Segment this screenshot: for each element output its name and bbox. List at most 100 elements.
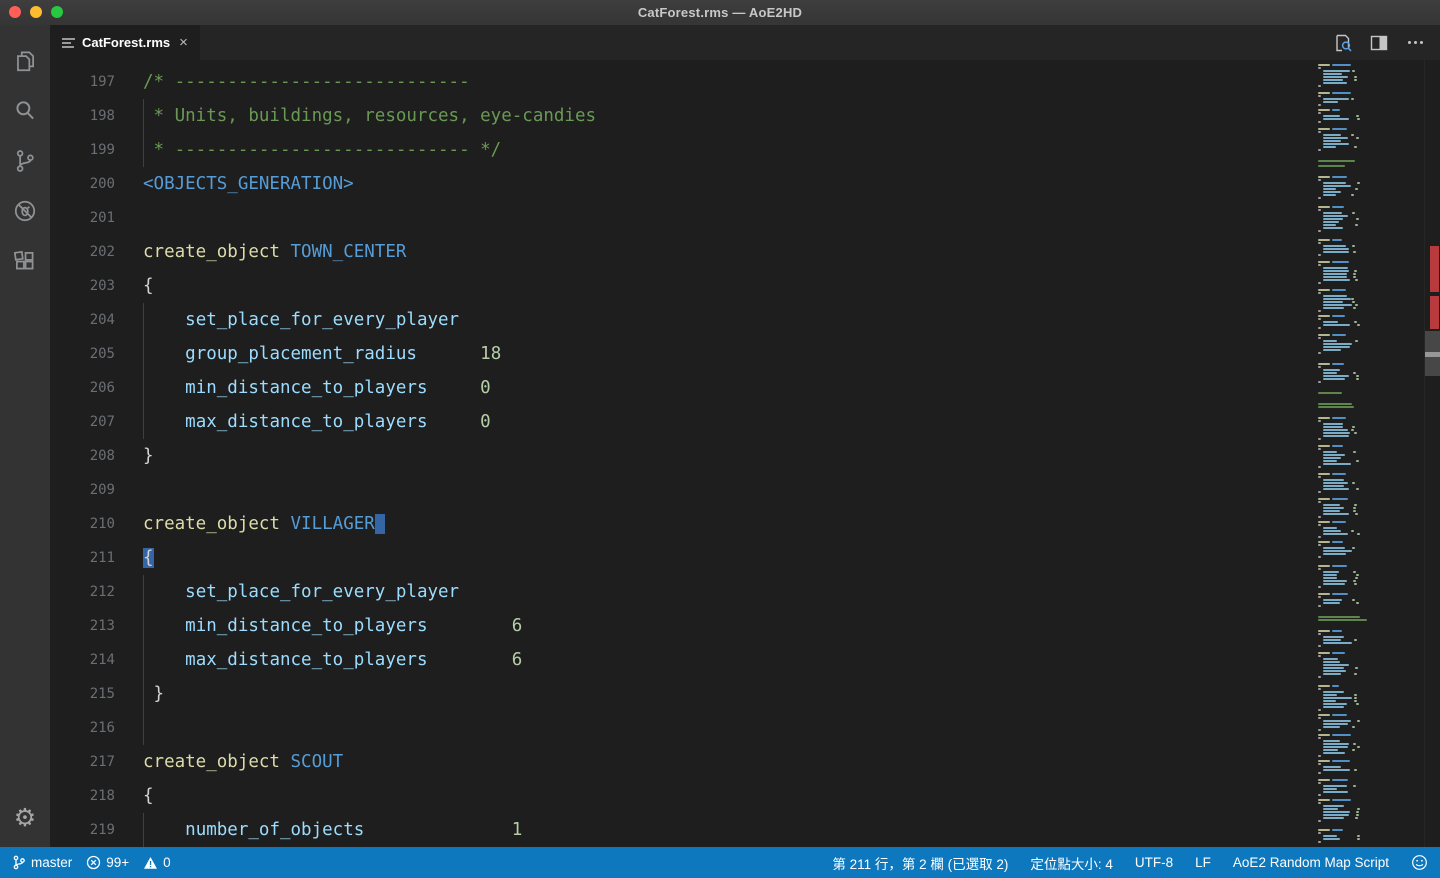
code-line[interactable]: 207 max_distance_to_players 0	[50, 405, 1313, 439]
line-number: 214	[50, 643, 143, 677]
cursor-position-marker	[1425, 352, 1440, 357]
extensions-icon[interactable]	[0, 236, 50, 286]
code-lines[interactable]: 197/* ----------------------------198 * …	[50, 60, 1313, 847]
code-line[interactable]: 209	[50, 473, 1313, 507]
code-line[interactable]: 197/* ----------------------------	[50, 65, 1313, 99]
source-control-icon[interactable]	[0, 136, 50, 186]
code-line[interactable]: 208}	[50, 439, 1313, 473]
window-title: CatForest.rms — AoE2HD	[638, 5, 802, 20]
code-line[interactable]: 216	[50, 711, 1313, 745]
code-line[interactable]: 214 max_distance_to_players 6	[50, 643, 1313, 677]
git-branch-status[interactable]: master	[12, 855, 72, 870]
line-number: 200	[50, 167, 143, 201]
code-line[interactable]: 202create_object TOWN_CENTER	[50, 235, 1313, 269]
branch-name: master	[31, 855, 72, 870]
line-number: 209	[50, 473, 143, 507]
open-preview-icon[interactable]	[1332, 32, 1354, 54]
cursor-position[interactable]: 第 211 行，第 2 欄 (已選取 2)	[832, 853, 1008, 873]
titlebar: CatForest.rms — AoE2HD	[0, 0, 1440, 25]
minimize-window-button[interactable]	[30, 6, 42, 18]
line-number: 217	[50, 745, 143, 779]
encoding[interactable]: UTF-8	[1135, 855, 1173, 870]
code-line[interactable]: 215 }	[50, 677, 1313, 711]
feedback-smiley-icon[interactable]	[1411, 854, 1428, 871]
line-number: 202	[50, 235, 143, 269]
line-number: 219	[50, 813, 143, 847]
code-text: }	[143, 439, 1313, 473]
line-number: 215	[50, 677, 143, 711]
line-number: 197	[50, 65, 143, 99]
line-number: 198	[50, 99, 143, 133]
code-text: }	[143, 677, 1313, 711]
git-branch-icon	[12, 855, 26, 870]
activity-bar: ⚙	[0, 25, 50, 847]
code-text	[143, 201, 1313, 235]
overview-ruler	[1424, 60, 1440, 847]
debug-icon[interactable]	[0, 186, 50, 236]
code-text: number_of_objects 1	[143, 813, 1313, 847]
warning-count: 0	[163, 855, 171, 870]
settings-gear-icon[interactable]: ⚙	[0, 797, 50, 837]
code-line[interactable]: 219 number_of_objects 1	[50, 813, 1313, 847]
editor[interactable]: 197/* ----------------------------198 * …	[50, 60, 1440, 847]
code-text: * Units, buildings, resources, eye-candi…	[143, 99, 1313, 133]
code-line[interactable]: 205 group_placement_radius 18	[50, 337, 1313, 371]
code-line[interactable]: 204 set_place_for_every_player	[50, 303, 1313, 337]
line-number: 203	[50, 269, 143, 303]
split-editor-icon[interactable]	[1368, 32, 1390, 54]
code-line[interactable]: 217create_object SCOUT	[50, 745, 1313, 779]
line-number: 212	[50, 575, 143, 609]
code-line[interactable]: 198 * Units, buildings, resources, eye-c…	[50, 99, 1313, 133]
tab-label: CatForest.rms	[82, 35, 170, 50]
problems-status[interactable]: 99+ 0	[86, 855, 170, 870]
code-line[interactable]: 200<OBJECTS_GENERATION>	[50, 167, 1313, 201]
close-window-button[interactable]	[9, 6, 21, 18]
code-line[interactable]: 212 set_place_for_every_player	[50, 575, 1313, 609]
code-text: min_distance_to_players 0	[143, 371, 1313, 405]
code-line[interactable]: 210create_object VILLAGER	[50, 507, 1313, 541]
code-text: min_distance_to_players 6	[143, 609, 1313, 643]
code-text: group_placement_radius 18	[143, 337, 1313, 371]
explorer-icon[interactable]	[0, 36, 50, 86]
code-text	[143, 711, 1313, 745]
line-number: 208	[50, 439, 143, 473]
code-text: {	[143, 779, 1313, 813]
warnings-icon	[143, 856, 158, 870]
code-line[interactable]: 206 min_distance_to_players 0	[50, 371, 1313, 405]
code-line[interactable]: 218{	[50, 779, 1313, 813]
code-text: max_distance_to_players 6	[143, 643, 1313, 677]
code-line[interactable]: 199 * ---------------------------- */	[50, 133, 1313, 167]
search-icon[interactable]	[0, 86, 50, 136]
eol-sequence[interactable]: LF	[1195, 855, 1211, 870]
code-text: <OBJECTS_GENERATION>	[143, 167, 1313, 201]
minimap[interactable]	[1313, 60, 1424, 847]
code-text: create_object VILLAGER	[143, 507, 1313, 541]
line-number: 210	[50, 507, 143, 541]
error-marker	[1430, 296, 1439, 329]
zoom-window-button[interactable]	[51, 6, 63, 18]
line-number: 205	[50, 337, 143, 371]
more-actions-icon[interactable]	[1404, 32, 1426, 54]
code-text	[143, 473, 1313, 507]
line-number: 213	[50, 609, 143, 643]
line-number: 218	[50, 779, 143, 813]
language-mode[interactable]: AoE2 Random Map Script	[1233, 855, 1389, 870]
file-type-icon	[62, 38, 75, 48]
line-number: 199	[50, 133, 143, 167]
line-number: 207	[50, 405, 143, 439]
line-number: 206	[50, 371, 143, 405]
code-text: set_place_for_every_player	[143, 303, 1313, 337]
line-number: 201	[50, 201, 143, 235]
code-text: max_distance_to_players 0	[143, 405, 1313, 439]
tab-catforest-rms[interactable]: CatForest.rms ×	[50, 25, 200, 60]
code-line[interactable]: 203{	[50, 269, 1313, 303]
code-line[interactable]: 201	[50, 201, 1313, 235]
line-number: 211	[50, 541, 143, 575]
errors-icon	[86, 855, 101, 870]
code-line[interactable]: 213 min_distance_to_players 6	[50, 609, 1313, 643]
line-number: 216	[50, 711, 143, 745]
code-text: set_place_for_every_player	[143, 575, 1313, 609]
tab-close-icon[interactable]: ×	[177, 35, 190, 50]
code-line[interactable]: 211{	[50, 541, 1313, 575]
indentation[interactable]: 定位點大小: 4	[1030, 853, 1113, 873]
